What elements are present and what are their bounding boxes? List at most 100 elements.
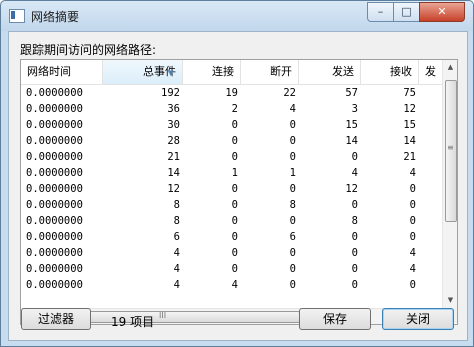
table-cell: 0.0000000 <box>26 119 83 131</box>
table-cell: 2 <box>231 103 238 115</box>
column-header-send[interactable]: 发送 <box>299 60 361 84</box>
table-row[interactable]: 0.0000000 4 0 0 0 4 <box>21 261 442 277</box>
table-cell: 0 <box>409 231 416 243</box>
column-header-total-events[interactable]: ▼ 总事件 <box>103 60 183 84</box>
table-row[interactable]: 0.0000000 4 0 0 0 4 <box>21 245 442 261</box>
table-cell: 8 <box>351 215 358 227</box>
table-row[interactable]: 0.0000000 21 0 0 0 21 <box>21 149 442 165</box>
scroll-down-icon[interactable]: ▼ <box>443 293 457 308</box>
table-cell: 0.0000000 <box>26 263 83 275</box>
table-cell: 15 <box>345 119 358 131</box>
table-cell: 8 <box>289 199 296 211</box>
table-cell: 0 <box>289 279 296 291</box>
table-cell: 4 <box>351 167 358 179</box>
table-cell: 0 <box>231 183 238 195</box>
table-cell: 0.0000000 <box>26 279 83 291</box>
close-window-button[interactable]: ✕ <box>419 2 465 22</box>
table-cell: 4 <box>231 279 238 291</box>
save-button[interactable]: 保存 <box>299 308 371 330</box>
table-cell: 1 <box>231 167 238 179</box>
minimize-button[interactable]: – <box>367 2 394 22</box>
dialog-body: 跟踪期间访问的网络路径: 网络时间 ▼ 总事件 连接 断开 发送 接收 发 0.… <box>8 31 468 341</box>
table-cell: 0.0000000 <box>26 247 83 259</box>
table-cell: 0.0000000 <box>26 151 83 163</box>
table-cell: 0.0000000 <box>26 167 83 179</box>
table-row[interactable]: 0.0000000 6 0 6 0 0 <box>21 229 442 245</box>
table-cell: 30 <box>167 119 180 131</box>
vertical-scrollbar[interactable]: ▲ ≡ ▼ <box>442 60 457 308</box>
network-summary-window: 网络摘要 – □ ✕ 跟踪期间访问的网络路径: 网络时间 ▼ 总事件 连接 断开… <box>0 0 474 347</box>
table-row[interactable]: 0.0000000 8 0 0 8 0 <box>21 213 442 229</box>
table-cell: 0 <box>289 183 296 195</box>
table-cell: 0 <box>289 215 296 227</box>
table-cell: 4 <box>409 263 416 275</box>
column-header-disconnect[interactable]: 断开 <box>241 60 299 84</box>
table-cell: 0.0000000 <box>26 183 83 195</box>
table-cell: 8 <box>173 199 180 211</box>
close-button[interactable]: 关闭 <box>382 308 454 330</box>
table-row[interactable]: 0.0000000 192 19 22 57 75 <box>21 85 442 101</box>
table-cell: 0 <box>351 231 358 243</box>
maximize-button[interactable]: □ <box>393 2 420 22</box>
sort-arrow-icon: ▼ <box>168 69 174 77</box>
list-rows: 0.0000000 192 19 22 57 75 0.0000000 36 2 4 3 12 0.00… <box>21 85 442 293</box>
scroll-up-icon[interactable]: ▲ <box>443 60 457 75</box>
table-cell: 28 <box>167 135 180 147</box>
title-bar[interactable]: 网络摘要 – □ ✕ <box>1 1 473 31</box>
table-cell: 0 <box>351 151 358 163</box>
column-header-connect[interactable]: 连接 <box>183 60 241 84</box>
table-cell: 4 <box>289 103 296 115</box>
filter-button[interactable]: 过滤器 <box>21 308 91 330</box>
table-cell: 14 <box>403 135 416 147</box>
table-cell: 0 <box>231 151 238 163</box>
table-cell: 12 <box>403 103 416 115</box>
table-cell: 21 <box>167 151 180 163</box>
window-title: 网络摘要 <box>31 10 80 24</box>
table-row[interactable]: 0.0000000 4 4 0 0 0 <box>21 277 442 293</box>
table-row[interactable]: 0.0000000 14 1 1 4 4 <box>21 165 442 181</box>
column-header-network-time[interactable]: 网络时间 <box>21 60 103 84</box>
table-cell: 0 <box>351 247 358 259</box>
table-cell: 15 <box>403 119 416 131</box>
table-cell: 57 <box>345 87 358 99</box>
column-header-receive[interactable]: 接收 <box>361 60 419 84</box>
list-header: 网络时间 ▼ 总事件 连接 断开 发送 接收 发 <box>21 60 442 85</box>
table-row[interactable]: 0.0000000 36 2 4 3 12 <box>21 101 442 117</box>
table-cell: 0 <box>289 263 296 275</box>
table-cell: 75 <box>403 87 416 99</box>
table-cell: 6 <box>173 231 180 243</box>
table-cell: 22 <box>283 87 296 99</box>
table-cell: 3 <box>351 103 358 115</box>
network-paths-list[interactable]: 网络时间 ▼ 总事件 连接 断开 发送 接收 发 0.0000000 192 19 2… <box>20 59 458 325</box>
table-row[interactable]: 0.0000000 8 0 8 0 0 <box>21 197 442 213</box>
table-cell: 12 <box>345 183 358 195</box>
table-cell: 0 <box>351 263 358 275</box>
table-cell: 21 <box>403 151 416 163</box>
table-row[interactable]: 0.0000000 28 0 0 14 14 <box>21 133 442 149</box>
app-icon <box>9 9 25 23</box>
table-cell: 0 <box>351 199 358 211</box>
network-paths-label: 跟踪期间访问的网络路径: <box>20 43 157 57</box>
table-cell: 0 <box>231 231 238 243</box>
table-row[interactable]: 0.0000000 30 0 0 15 15 <box>21 117 442 133</box>
table-cell: 4 <box>409 167 416 179</box>
table-cell: 0.0000000 <box>26 135 83 147</box>
table-cell: 0 <box>351 279 358 291</box>
table-row[interactable]: 0.0000000 12 0 0 12 0 <box>21 181 442 197</box>
table-cell: 0 <box>231 199 238 211</box>
table-cell: 14 <box>345 135 358 147</box>
table-cell: 0.0000000 <box>26 103 83 115</box>
table-cell: 0 <box>409 199 416 211</box>
vertical-scroll-thumb[interactable]: ≡ <box>445 80 457 222</box>
table-cell: 14 <box>167 167 180 179</box>
table-cell: 0 <box>409 215 416 227</box>
table-cell: 12 <box>167 183 180 195</box>
table-cell: 0 <box>231 215 238 227</box>
table-cell: 0 <box>409 183 416 195</box>
table-cell: 0.0000000 <box>26 215 83 227</box>
table-cell: 0 <box>289 119 296 131</box>
table-cell: 19 <box>225 87 238 99</box>
table-cell: 0 <box>231 247 238 259</box>
column-header-truncated[interactable]: 发 <box>419 60 442 84</box>
table-cell: 0 <box>289 135 296 147</box>
